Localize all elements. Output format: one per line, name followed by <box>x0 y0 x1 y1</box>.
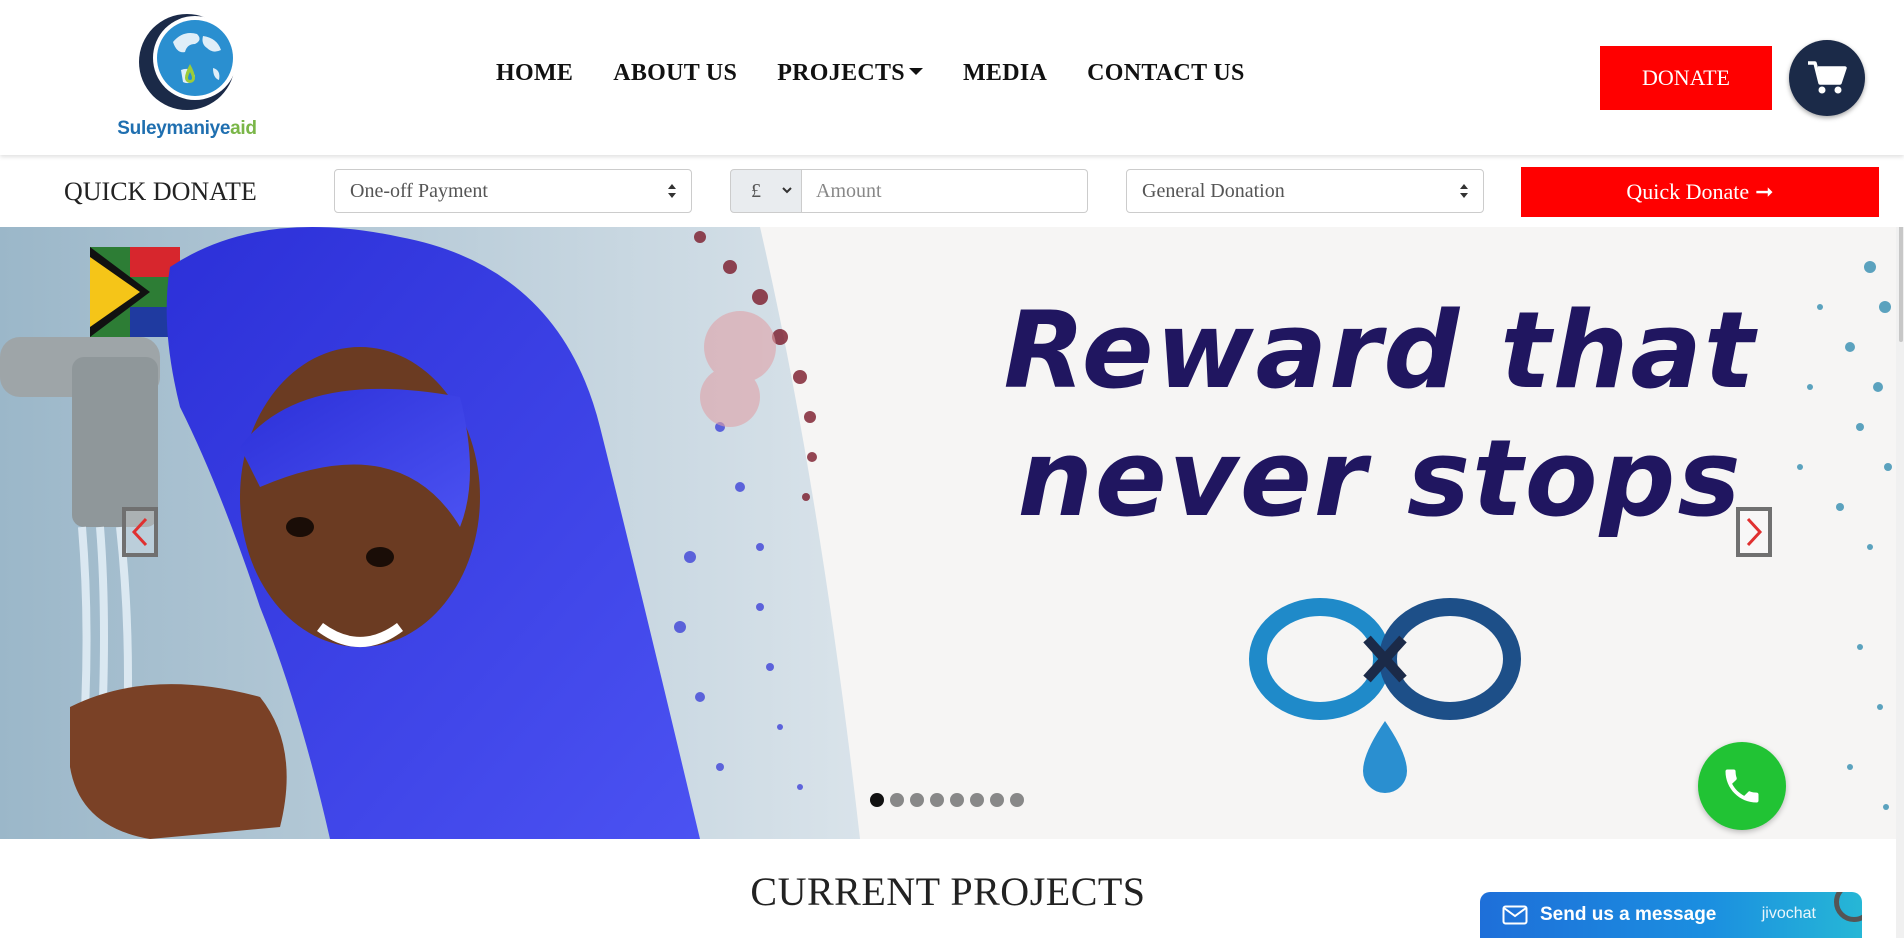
phone-icon <box>1725 769 1759 803</box>
chevron-down-icon <box>782 187 792 194</box>
brand-name: Suleymaniyeaid <box>112 118 262 140</box>
caret-down-icon <box>908 67 923 75</box>
nav-home[interactable]: HOME <box>496 60 573 87</box>
chat-widget[interactable]: Send us a message jivochat <box>1480 892 1862 938</box>
slider-prev-button[interactable] <box>122 507 158 557</box>
slider-dot-3[interactable] <box>910 793 924 807</box>
slider-dot-5[interactable] <box>950 793 964 807</box>
slider-dot-7[interactable] <box>990 793 1004 807</box>
slider-dot-4[interactable] <box>930 793 944 807</box>
hero-headline-line2: never stops <box>1017 417 1743 540</box>
cart-button[interactable] <box>1789 40 1865 116</box>
chat-brand: jivochat <box>1761 905 1816 922</box>
donation-category-select[interactable]: General Donation <box>1126 169 1484 213</box>
nav-projects[interactable]: PROJECTS <box>777 60 923 87</box>
payment-type-select[interactable]: One-off Payment <box>334 169 692 213</box>
donate-button[interactable]: DONATE <box>1600 46 1772 110</box>
chevron-right-icon <box>1746 517 1763 547</box>
currency-value: £ <box>751 179 761 202</box>
quick-donate-button-label: Quick Donate <box>1626 179 1750 204</box>
envelope-icon <box>1502 905 1528 925</box>
call-button[interactable] <box>1698 742 1786 830</box>
suleymaniye-aid-logo[interactable]: Suleymaniyeaid <box>112 12 262 142</box>
slider-next-button[interactable] <box>1736 507 1772 557</box>
quick-donate-button[interactable]: Quick Donate ➞ <box>1521 167 1879 217</box>
chevron-left-icon <box>131 517 148 547</box>
slider-dot-2[interactable] <box>890 793 904 807</box>
site-header: Suleymaniyeaid HOME ABOUT US PROJECTS ME… <box>0 0 1904 155</box>
shopping-cart-icon <box>1808 61 1847 94</box>
hero-headline-line1: Reward that <box>1003 289 1757 412</box>
slider-dot-6[interactable] <box>970 793 984 807</box>
amount-input[interactable] <box>802 169 1088 213</box>
payment-type-value: One-off Payment <box>350 179 488 202</box>
quick-donate-label: QUICK DONATE <box>64 177 257 206</box>
nav-about-us[interactable]: ABOUT US <box>613 60 737 87</box>
arrow-right-icon: ➞ <box>1755 179 1774 204</box>
hero-slider: Reward that never stops <box>0 227 1904 839</box>
brand-name-part2: aid <box>230 118 257 139</box>
hero-headline: Reward that never stops <box>940 287 1820 543</box>
donation-category-value: General Donation <box>1142 179 1285 202</box>
chat-message-label: Send us a message <box>1540 904 1717 925</box>
sort-arrows-icon <box>668 184 676 198</box>
chat-corner-decoration <box>1834 892 1862 922</box>
nav-media[interactable]: MEDIA <box>963 60 1047 87</box>
nav-contact-us[interactable]: CONTACT US <box>1087 60 1244 87</box>
slider-dot-8[interactable] <box>1010 793 1024 807</box>
globe-crescent-icon <box>139 14 237 110</box>
currency-select[interactable]: £ <box>730 169 802 213</box>
brand-name-part1: Suleymaniye <box>117 118 231 139</box>
sort-arrows-icon <box>1460 184 1468 198</box>
main-nav: HOME ABOUT US PROJECTS MEDIA CONTACT US <box>496 60 1245 87</box>
slider-dot-1[interactable] <box>870 793 884 807</box>
nav-projects-label: PROJECTS <box>777 60 905 86</box>
slider-dots <box>870 793 1024 807</box>
